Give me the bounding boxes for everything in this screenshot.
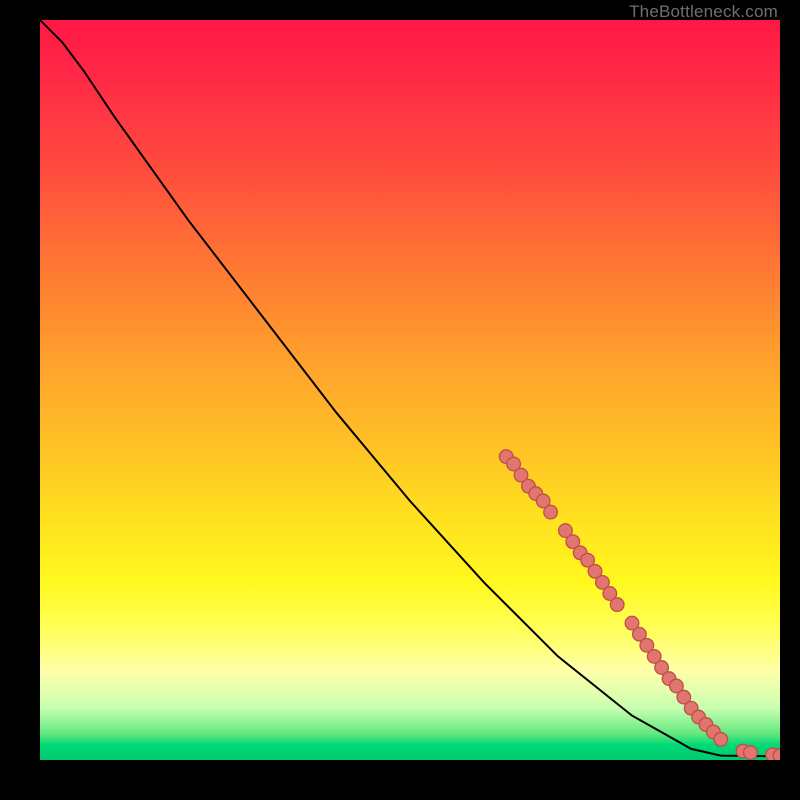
data-marker [714, 733, 728, 747]
bottleneck-curve [40, 20, 780, 756]
data-marker [744, 746, 758, 760]
chart-frame: TheBottleneck.com [0, 0, 800, 800]
data-marker [544, 505, 558, 519]
data-marker [610, 598, 624, 612]
chart-overlay [40, 20, 780, 760]
plot-area [40, 20, 780, 760]
marker-group [499, 450, 780, 760]
attribution-label: TheBottleneck.com [629, 2, 778, 22]
